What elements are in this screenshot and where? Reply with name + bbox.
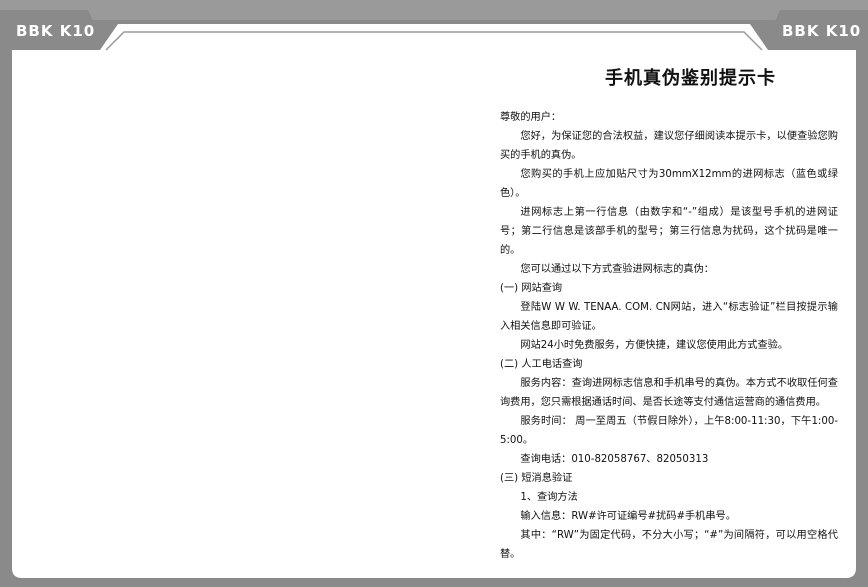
- brand-label-right: BBK K10: [782, 22, 862, 40]
- body-paragraph: 您好，为保证您的合法权益，建议您仔细阅读本提示卡，以便查验您购买的手机的真伪。: [500, 131, 838, 161]
- body-paragraph: 尊敬的用户：: [500, 112, 562, 123]
- body-paragraph: 登陆W W W. TENAA. COM. CN网站，进入“标志验证”栏目按提示输…: [500, 302, 838, 332]
- body-paragraph: (三) 短消息验证: [500, 473, 573, 484]
- brand-label-left: BBK K10: [16, 22, 96, 40]
- body-paragraph: 服务内容：查询进网标志信息和手机串号的真伪。本方式不收取任何查询费用，您只需根据…: [500, 378, 838, 408]
- body-paragraph: (一) 网站查询: [500, 283, 563, 294]
- body-paragraph: 输入信息：RW#许可证编号#扰码#手机串号。: [520, 511, 736, 522]
- card-content: 手机真伪鉴别提示卡 尊敬的用户： 您好，为保证您的合法权益，建议您仔细阅读本提示卡…: [500, 60, 838, 564]
- body-paragraph: (二) 人工电话查询: [500, 359, 583, 370]
- body-paragraph: 查询电话：010-82058767、82050313: [520, 454, 709, 465]
- card-title: 手机真伪鉴别提示卡: [605, 68, 776, 89]
- body-paragraph: 网站24小时免费服务，方便快捷，建议您使用此方式查验。: [520, 340, 789, 351]
- body-paragraph: 您可以通过以下方式查验进网标志的真伪：: [520, 264, 714, 275]
- body-paragraph: 1、查询方法: [520, 492, 578, 503]
- card-body: 尊敬的用户： 您好，为保证您的合法权益，建议您仔细阅读本提示卡，以便查验您购买的手…: [500, 108, 838, 564]
- body-paragraph: 其中：“RW”为固定代码，不分大小写；“#”为间隔符，可以用空格代替。: [500, 530, 838, 560]
- body-paragraph: 服务时间： 周一至周五（节假日除外），上午8:00-11:30，下午1:00-5…: [500, 416, 838, 446]
- body-paragraph: 进网标志上第一行信息（由数字和“-”组成）是该型号手机的进网证号；第二行信息是该…: [500, 207, 838, 256]
- body-paragraph: 您购买的手机上应加贴尺寸为30mmX12mm的进网标志（蓝色或绿色）。: [500, 169, 838, 199]
